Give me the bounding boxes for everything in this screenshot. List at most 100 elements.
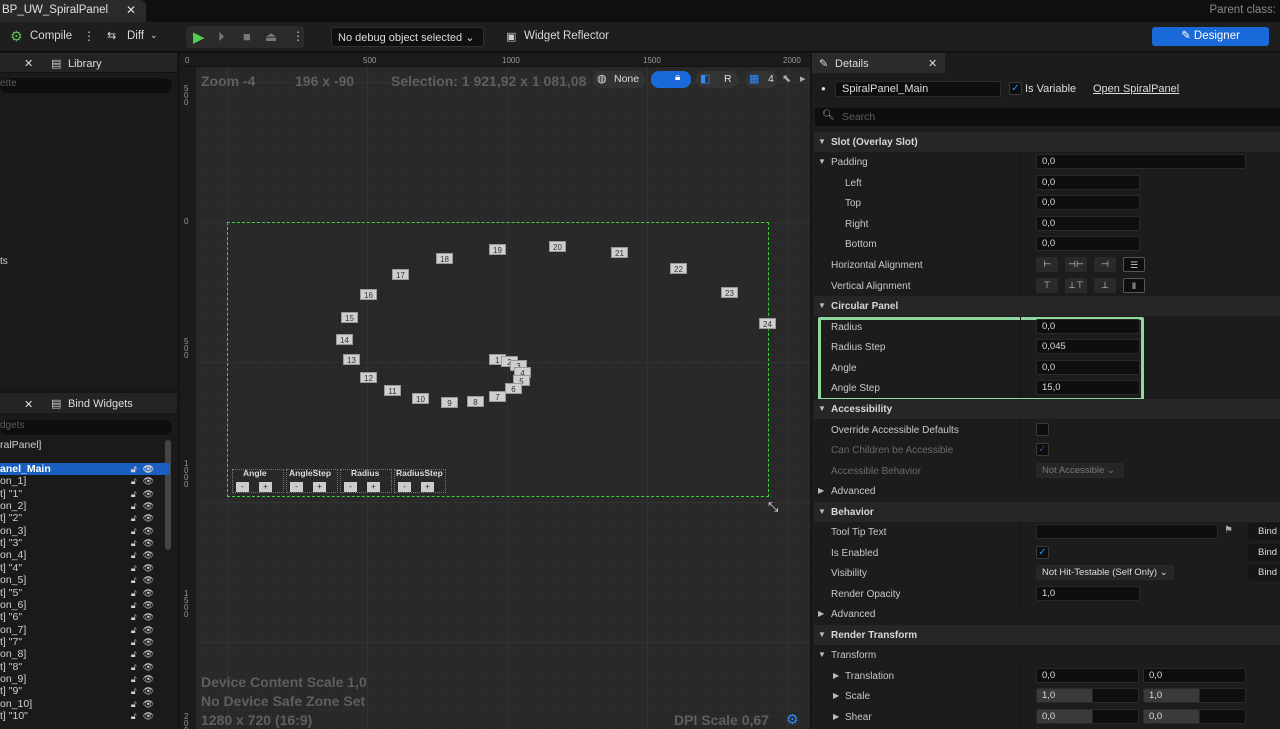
vector-component-input[interactable]: 0,0 [1036,709,1139,724]
vector-component-input[interactable]: 0,0 [1143,668,1246,683]
reflector-icon[interactable]: ▣ [506,30,516,43]
behavior-section[interactable]: ▼ Behavior [814,502,1280,522]
hierarchy-item[interactable]: on_4] 🔓︎👁︎ [0,549,170,561]
alignment-option[interactable]: ⊤ [1036,278,1058,293]
hierarchy-item[interactable]: t] "10" 🔓︎👁︎ [0,710,170,722]
spiral-item[interactable]: 10 [412,393,429,404]
expanded-arrow-icon[interactable]: ▼ [818,301,826,310]
expanded-arrow-icon[interactable]: ▼ [818,507,826,516]
property-value-input[interactable]: 0,0 [1036,236,1140,251]
expanded-arrow-icon[interactable]: ▼ [818,157,826,166]
lock-eye-icon[interactable]: 🔓︎👁︎ [131,574,160,586]
property-value-input[interactable]: 0,045 [1036,339,1140,354]
lock-eye-icon[interactable]: 🔓︎👁︎ [131,599,160,611]
property-value-input[interactable]: 0,0 [1036,216,1140,231]
slot-section[interactable]: ▼ Slot (Overlay Slot) [814,132,1280,152]
lock-eye-icon[interactable]: 🔓︎👁︎ [131,537,160,549]
increase-button[interactable]: + [313,482,326,492]
alignment-option[interactable]: ⊣ [1094,257,1116,272]
alignment-option[interactable]: Ⅱ [1123,278,1145,293]
spiral-item[interactable]: 6 [505,383,522,394]
resize-handle-icon[interactable]: ⤡ [768,499,778,515]
eject-icon[interactable]: ⏏ [265,29,277,45]
vector-component-input[interactable]: 1,0 [1143,688,1246,703]
property-value-input[interactable]: 0,0 [1036,360,1140,375]
play-options-icon[interactable]: ⋮ [292,29,304,43]
increase-button[interactable]: + [367,482,380,492]
flag-icon[interactable]: ⚑ [1224,525,1233,536]
hierarchy-item[interactable]: on_7] 🔓︎👁︎ [0,624,170,636]
spiral-item[interactable]: 16 [360,289,377,300]
lock-eye-icon[interactable]: 🔓︎👁︎ [131,500,160,512]
expanded-arrow-icon[interactable]: ▼ [818,404,826,413]
hierarchy-item[interactable]: t] "4" 🔓︎👁︎ [0,562,170,574]
compile-options-icon[interactable]: ⋮ [83,29,95,43]
collapsed-arrow-icon[interactable]: ▶ [818,486,824,495]
hierarchy-item[interactable]: on_5] 🔓︎👁︎ [0,574,170,586]
lock-eye-icon[interactable]: 🔓︎👁︎ [131,549,160,561]
property-value-input[interactable]: 15,0 [1036,380,1140,395]
alignment-option[interactable]: ⊥ [1094,278,1116,293]
diff-button[interactable]: Diff [127,30,144,42]
collapsed-arrow-icon[interactable]: ▶ [833,691,839,700]
palette-search-input[interactable]: ette [0,78,172,93]
hierarchy-item[interactable]: t] "5" 🔓︎👁︎ [0,587,170,599]
lock-eye-icon[interactable]: 🔓︎👁︎ [131,648,160,660]
hierarchy-item[interactable]: t] "6" 🔓︎👁︎ [0,611,170,623]
hierarchy-item[interactable]: on_9] 🔓︎👁︎ [0,673,170,685]
lock-eye-icon[interactable]: 🔓︎👁︎ [131,488,160,500]
alignment-option[interactable]: ⊢ [1036,257,1058,272]
alignment-option[interactable]: ☰ [1123,257,1145,272]
accessibility-advanced-row[interactable]: ▶ Advanced [814,481,1280,501]
lock-eye-icon[interactable]: 🔓︎👁︎ [131,636,160,648]
decrease-button[interactable]: - [344,482,357,492]
widget-name-input[interactable]: SpiralPanel_Main [835,81,1001,97]
lock-eye-icon[interactable]: 🔓︎👁︎ [131,661,160,673]
spiral-item[interactable]: 20 [549,241,566,252]
lock-eye-icon[interactable]: 🔓︎👁︎ [131,512,160,524]
respect-locks-toggle[interactable]: ◧ R [696,71,738,88]
hierarchy-item[interactable]: t] "3" 🔓︎👁︎ [0,537,170,549]
spiral-item[interactable]: 11 [384,385,401,396]
hierarchy-root[interactable]: ralPanel] [0,439,41,451]
step-icon[interactable]: ⏵ [218,29,225,45]
close-hierarchy-icon[interactable]: ✕ [24,398,33,411]
transform-row[interactable]: ▼ Transform [814,645,1280,665]
spiral-item[interactable]: 9 [441,397,458,408]
hierarchy-item[interactable]: on_3] 🔓︎👁︎ [0,525,170,537]
details-search-input[interactable]: 🔍︎ Search [815,108,1280,126]
property-value-input[interactable]: 1,0 [1036,586,1140,601]
close-details-icon[interactable]: ✕ [928,57,937,70]
spiral-item[interactable]: 19 [489,244,506,255]
property-value-input[interactable]: 0,0 [1036,154,1246,169]
close-tab-icon[interactable]: ✕ [126,3,136,17]
alignment-option[interactable]: ⊣⊢ [1065,257,1087,272]
property-checkbox[interactable]: ✓ [1036,443,1049,456]
lock-eye-icon[interactable]: 🔓︎👁︎ [131,475,160,487]
property-value-input[interactable] [1036,524,1218,539]
open-spiralpanel-link[interactable]: Open SpiralPanel [1093,83,1179,95]
spiral-item[interactable]: 7 [489,391,506,402]
vector-component-input[interactable]: 0,0 [1036,668,1139,683]
decrease-button[interactable]: - [290,482,303,492]
hierarchy-item[interactable]: on_1] 🔓︎👁︎ [0,475,170,487]
spiral-item[interactable]: 14 [336,334,353,345]
bind-button[interactable]: Bind [1248,523,1280,540]
lock-eye-icon[interactable]: 🔓︎👁︎ [131,710,160,722]
bind-button[interactable]: Bind [1248,544,1280,561]
chevron-down-icon[interactable]: ⌄ [150,30,158,41]
spiral-item[interactable]: 12 [360,372,377,383]
diff-icon[interactable]: ⇆ [107,29,116,42]
dpi-settings-gear-icon[interactable]: ⚙ [786,711,799,728]
is-variable-checkbox[interactable]: ✓ [1009,82,1022,95]
spiral-item[interactable]: 24 [759,318,776,329]
expanded-arrow-icon[interactable]: ▼ [818,650,826,659]
compile-button[interactable]: Compile [30,30,72,42]
graph-mode-icon[interactable]: ▐ [1275,26,1280,44]
lock-eye-icon[interactable]: 🔓︎👁︎ [131,611,160,623]
compile-icon[interactable]: ⚙ [10,28,23,45]
bind-widgets-tab[interactable]: Bind Widgets [68,398,133,410]
spiral-item[interactable]: 8 [467,396,484,407]
hierarchy-item[interactable]: t] "1" 🔓︎👁︎ [0,488,170,500]
spiral-item[interactable]: 17 [392,269,409,280]
